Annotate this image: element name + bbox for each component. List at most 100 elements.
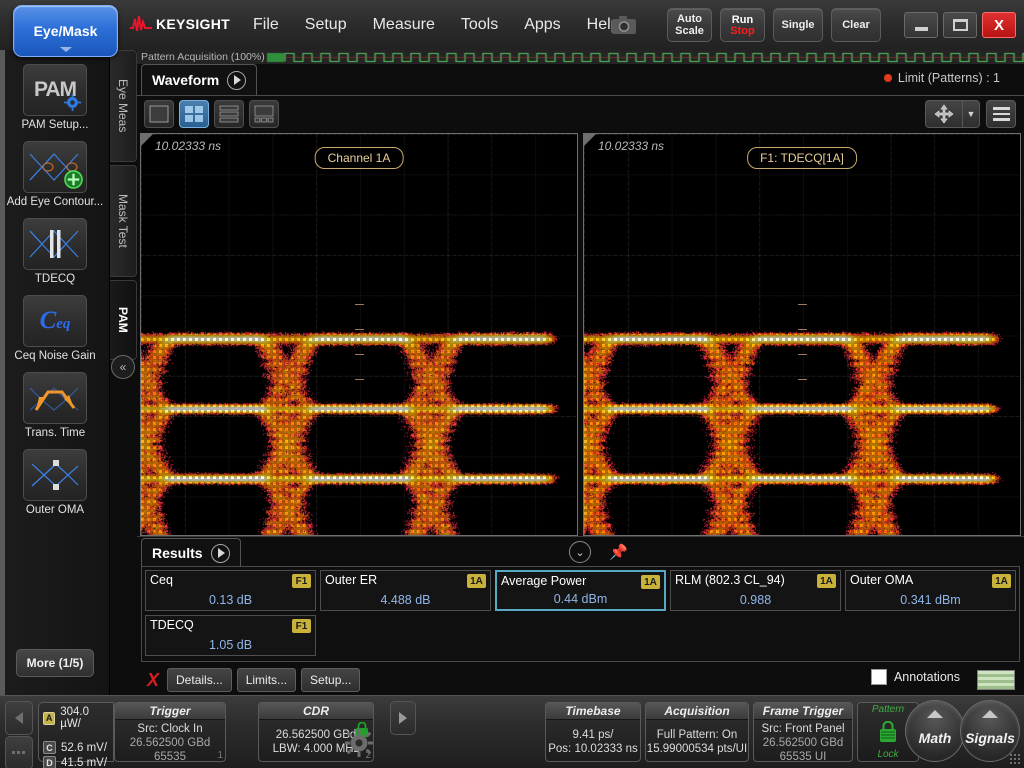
collapse-sidebar-button[interactable]: « bbox=[111, 355, 135, 379]
run-stop-button[interactable]: Run Stop bbox=[720, 8, 765, 42]
stacked-grid-icon bbox=[219, 105, 239, 123]
limit-status-dot-icon bbox=[884, 74, 892, 82]
result-card-average-power[interactable]: Average Power 1A 0.44 dBm bbox=[495, 570, 666, 611]
result-card-tdecq[interactable]: TDECQ F1 1.05 dB bbox=[145, 615, 316, 656]
math-knob-button[interactable]: Math bbox=[905, 700, 965, 762]
annotations-checkbox[interactable] bbox=[871, 669, 887, 685]
tab-waveform[interactable]: Waveform bbox=[141, 64, 257, 95]
vtab-pam[interactable]: PAM bbox=[110, 280, 137, 360]
trigger-corner-number: 1 bbox=[217, 750, 223, 761]
tab-results[interactable]: Results bbox=[141, 538, 241, 567]
scroll-right-button[interactable] bbox=[390, 701, 416, 735]
eye-diagram-panes: 10.02333 ns Channel 1A 10.02333 ns F1: T… bbox=[140, 133, 1021, 536]
result-source-badge: F1 bbox=[292, 574, 311, 588]
sidebar-item-label: Ceq Noise Gain bbox=[5, 350, 105, 363]
layout-single-grid-button[interactable] bbox=[144, 100, 174, 128]
play-icon[interactable] bbox=[211, 544, 230, 563]
result-card-outer-er[interactable]: Outer ER 1A 4.488 dB bbox=[320, 570, 491, 611]
channel-row-c[interactable]: C 52.6 mV/ bbox=[43, 741, 109, 754]
sidebar-item-pam-setup[interactable]: PAM PAM Setup... bbox=[0, 64, 110, 132]
result-value: 0.988 bbox=[671, 593, 840, 607]
vtab-mask-test[interactable]: Mask Test bbox=[110, 165, 137, 277]
timebase-panel[interactable]: Timebase 9.41 ps/ Pos: 10.02333 ns bbox=[545, 702, 641, 762]
window-controls: X bbox=[904, 12, 1016, 38]
move-tool-dropdown[interactable]: ▼ bbox=[963, 100, 980, 128]
pattern-acquisition-label: Pattern Acquisition (100%) bbox=[137, 51, 265, 63]
annotations-color-swatch[interactable] bbox=[977, 670, 1015, 690]
menu-setup[interactable]: Setup bbox=[292, 12, 360, 38]
layout-quad-grid-button[interactable] bbox=[179, 100, 209, 128]
frame-trigger-panel[interactable]: Frame Trigger Src: Front Panel 26.562500… bbox=[753, 702, 853, 762]
clear-button[interactable]: Clear bbox=[831, 8, 881, 42]
menu-measure[interactable]: Measure bbox=[360, 12, 448, 38]
result-card-outer-oma[interactable]: Outer OMA 1A 0.341 dBm bbox=[845, 570, 1016, 611]
result-card-ceq[interactable]: Ceq F1 0.13 dB bbox=[145, 570, 316, 611]
waveform-menu-button[interactable] bbox=[986, 100, 1016, 128]
channel-d-value: 41.5 mV/ bbox=[61, 757, 107, 768]
limit-patterns-label: Limit (Patterns) : 1 bbox=[898, 71, 1000, 85]
result-value: 0.13 dB bbox=[146, 593, 315, 607]
auto-scale-button[interactable]: Auto Scale bbox=[667, 8, 712, 42]
sidebar-item-tdecq[interactable]: TDECQ bbox=[0, 218, 110, 286]
eye-pane-tdecq-f1[interactable]: 10.02333 ns F1: TDECQ[1A] bbox=[583, 133, 1021, 536]
eye-with-bars-glyph bbox=[28, 224, 82, 264]
more-label: More (1/5) bbox=[27, 656, 84, 670]
result-value: 0.44 dBm bbox=[497, 592, 664, 606]
eye-source-chip[interactable]: Channel 1A bbox=[315, 147, 404, 169]
resize-grip[interactable] bbox=[1009, 753, 1021, 765]
play-icon[interactable] bbox=[227, 71, 246, 90]
sidebar-item-add-eye-contour[interactable]: Add Eye Contour... bbox=[0, 141, 110, 209]
pin-icon[interactable]: 📌 bbox=[609, 543, 628, 561]
expand-results-button[interactable]: ⌄ bbox=[569, 541, 591, 563]
keysight-logo: KEYSIGHT bbox=[130, 14, 230, 34]
add-eye-contour-icon bbox=[23, 141, 87, 193]
menu-apps[interactable]: Apps bbox=[511, 12, 573, 38]
sidebar-item-ceq-noise-gain[interactable]: Ceq Ceq Noise Gain bbox=[0, 295, 110, 363]
maximize-button[interactable] bbox=[943, 12, 977, 38]
timebase-title: Timebase bbox=[546, 703, 640, 720]
auto-scale-line1: Auto bbox=[677, 13, 702, 25]
scroll-left-more-button[interactable] bbox=[5, 736, 33, 768]
menu-file[interactable]: File bbox=[240, 12, 292, 38]
chevron-up-icon bbox=[982, 710, 998, 718]
acquisition-title: Acquisition bbox=[646, 703, 748, 720]
arrow-left-icon bbox=[13, 711, 25, 725]
settings-gear-button[interactable] bbox=[345, 729, 375, 759]
acquisition-line-1: Full Pattern: On bbox=[646, 728, 748, 742]
close-button[interactable]: X bbox=[982, 12, 1016, 38]
channel-scale-box[interactable]: A 304.0 µW/ C 52.6 mV/ D 41.5 mV/ bbox=[38, 702, 114, 762]
channel-a-chip: A bbox=[43, 712, 55, 725]
pattern-lock-bottom-label: Lock bbox=[877, 749, 898, 760]
acquisition-panel[interactable]: Acquisition Full Pattern: On 15.99000534… bbox=[645, 702, 749, 762]
eye-pane-channel-1a[interactable]: 10.02333 ns Channel 1A bbox=[140, 133, 578, 536]
channel-c-chip: C bbox=[43, 741, 56, 754]
vtab-eye-meas[interactable]: Eye Meas bbox=[110, 50, 137, 162]
single-button[interactable]: Single bbox=[773, 8, 823, 42]
results-cards-container: Ceq F1 0.13 dB Outer ER 1A 4.488 dB Aver… bbox=[141, 566, 1020, 662]
details-button[interactable]: Details... bbox=[167, 668, 232, 692]
sidebar-item-outer-oma[interactable]: Outer OMA bbox=[0, 449, 110, 517]
eye-source-chip[interactable]: F1: TDECQ[1A] bbox=[747, 147, 857, 169]
channel-c-value: 52.6 mV/ bbox=[61, 742, 107, 754]
channel-row-d[interactable]: D 41.5 mV/ bbox=[43, 756, 109, 768]
eye-mask-mode-button[interactable]: Eye/Mask bbox=[13, 5, 118, 57]
result-card-rlm[interactable]: RLM (802.3 CL_94) 1A 0.988 bbox=[670, 570, 841, 611]
setup-button[interactable]: Setup... bbox=[301, 668, 360, 692]
sidebar-item-transition-time[interactable]: Trans. Time bbox=[0, 372, 110, 440]
minimize-button[interactable] bbox=[904, 12, 938, 38]
annotations-control[interactable]: Annotations bbox=[871, 669, 960, 685]
close-results-icon[interactable]: X bbox=[147, 670, 159, 691]
screenshot-camera-button[interactable] bbox=[606, 10, 642, 40]
channel-row-a[interactable]: A 304.0 µW/ bbox=[43, 706, 109, 730]
scroll-left-button[interactable] bbox=[5, 701, 33, 735]
limits-button[interactable]: Limits... bbox=[237, 668, 296, 692]
more-tools-button[interactable]: More (1/5) bbox=[16, 649, 94, 677]
result-value: 0.341 dBm bbox=[846, 593, 1015, 607]
menu-tools[interactable]: Tools bbox=[448, 12, 511, 38]
layout-mixed-grid-button[interactable] bbox=[249, 100, 279, 128]
trigger-panel[interactable]: Trigger Src: Clock In 26.562500 GBd 6553… bbox=[114, 702, 226, 762]
trigger-line-1: Src: Clock In bbox=[115, 722, 225, 736]
move-tool-button[interactable] bbox=[925, 100, 963, 128]
layout-stacked-grid-button[interactable] bbox=[214, 100, 244, 128]
acquisition-buttons: Auto Scale Run Stop Single Clear bbox=[667, 8, 881, 42]
